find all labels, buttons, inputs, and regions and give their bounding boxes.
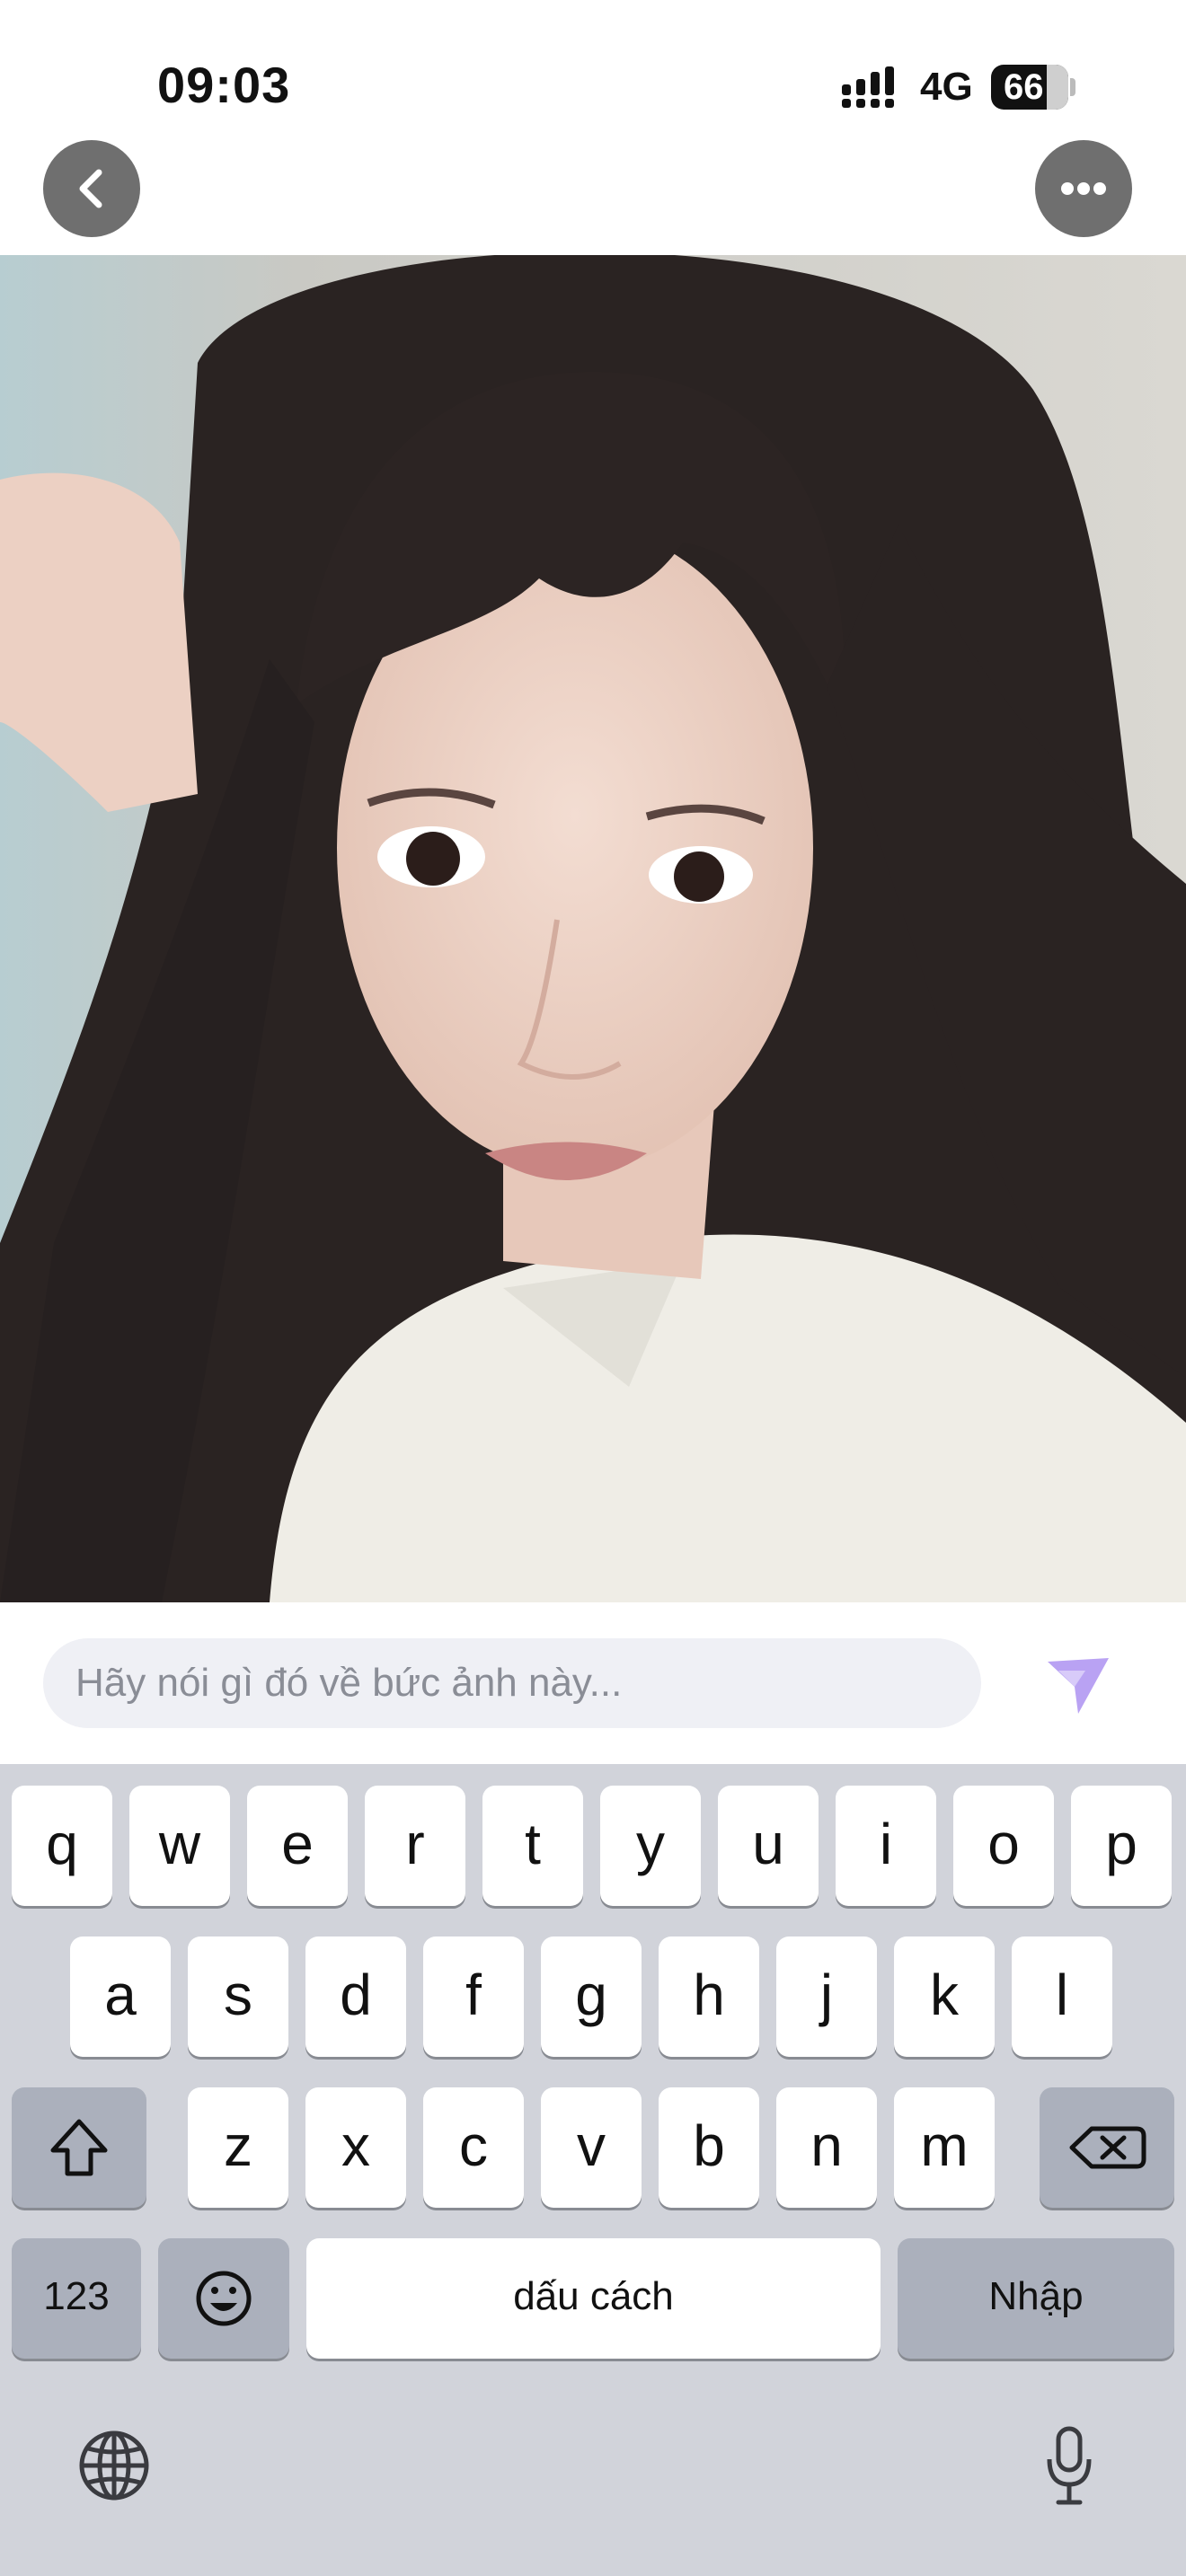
- numbers-key[interactable]: 123: [12, 2238, 141, 2359]
- key-x[interactable]: x: [305, 2087, 406, 2208]
- send-icon[interactable]: [1042, 1649, 1114, 1721]
- clock: 09:03: [157, 57, 291, 113]
- battery-indicator: 66: [991, 65, 1068, 110]
- back-button[interactable]: [43, 140, 140, 237]
- shift-icon: [50, 2119, 108, 2176]
- key-r[interactable]: r: [365, 1786, 465, 1906]
- chevron-left-icon: [79, 169, 102, 208]
- status-bar: 09:03 4G 66: [0, 0, 1186, 135]
- return-key[interactable]: Nhập: [898, 2238, 1174, 2359]
- signal-strength-icon: [842, 66, 894, 108]
- key-i[interactable]: i: [836, 1786, 936, 1906]
- key-p[interactable]: p: [1071, 1786, 1172, 1906]
- key-s[interactable]: s: [188, 1936, 288, 2057]
- battery-level: 66: [1004, 67, 1044, 107]
- key-v[interactable]: v: [541, 2087, 642, 2208]
- network-type: 4G: [920, 65, 973, 109]
- key-l[interactable]: l: [1012, 1936, 1112, 2057]
- delete-key[interactable]: [1040, 2087, 1174, 2208]
- key-a[interactable]: a: [70, 1936, 171, 2057]
- key-k[interactable]: k: [894, 1936, 995, 2057]
- ellipsis-icon: [1061, 182, 1106, 195]
- shift-key[interactable]: [12, 2087, 146, 2208]
- key-g[interactable]: g: [541, 1936, 642, 2057]
- key-h[interactable]: h: [659, 1936, 759, 2057]
- key-d[interactable]: d: [305, 1936, 406, 2057]
- key-b[interactable]: b: [659, 2087, 759, 2208]
- key-j[interactable]: j: [776, 1936, 877, 2057]
- key-f[interactable]: f: [423, 1936, 524, 2057]
- key-z[interactable]: z: [188, 2087, 288, 2208]
- backspace-icon: [1069, 2126, 1146, 2169]
- emoji-key[interactable]: [158, 2238, 289, 2359]
- key-o[interactable]: o: [953, 1786, 1054, 1906]
- selfie-photo: [0, 255, 1186, 1602]
- emoji-icon: [196, 2271, 252, 2326]
- battery-tip: [1070, 78, 1075, 96]
- key-e[interactable]: e: [247, 1786, 348, 1906]
- key-y[interactable]: y: [600, 1786, 701, 1906]
- key-c[interactable]: c: [423, 2087, 524, 2208]
- key-n[interactable]: n: [776, 2087, 877, 2208]
- key-q[interactable]: q: [12, 1786, 112, 1906]
- globe-icon[interactable]: [77, 2429, 151, 2502]
- microphone-icon[interactable]: [1044, 2425, 1094, 2506]
- key-u[interactable]: u: [718, 1786, 819, 1906]
- key-m[interactable]: m: [894, 2087, 995, 2208]
- comment-input[interactable]: [43, 1638, 981, 1728]
- space-key[interactable]: dấu cách: [306, 2238, 881, 2359]
- key-t[interactable]: t: [482, 1786, 583, 1906]
- key-w[interactable]: w: [129, 1786, 230, 1906]
- more-options-button[interactable]: [1035, 140, 1132, 237]
